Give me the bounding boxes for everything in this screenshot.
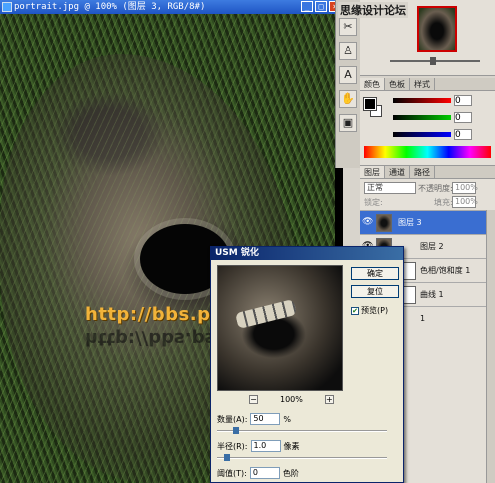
red-value[interactable]: 0 [454,95,472,106]
radius-unit: 像素 [283,441,300,451]
radius-input[interactable]: 1.0 [250,440,281,452]
blend-mode-select[interactable]: 正常 [364,182,416,194]
foreground-color-swatch[interactable] [363,97,377,111]
text-tool-icon[interactable]: A [339,66,357,84]
minimize-button[interactable]: _ [301,1,313,12]
radius-slider-handle[interactable] [223,454,230,461]
green-slider[interactable] [393,115,451,120]
radius-slider[interactable] [217,454,387,461]
preview-zoom-controls: − 100% + [249,395,334,404]
zoom-level: 100% [280,395,303,404]
stamp-tool-icon[interactable]: ♙ [339,42,357,60]
color-spectrum[interactable] [364,146,491,158]
amount-row: 数量(A): 50 % [217,413,291,425]
layer-thumbnail [376,214,392,232]
red-slider[interactable] [393,98,451,103]
layer-row[interactable]: 👁 图层 3 [360,210,495,234]
threshold-unit: 色阶 [282,468,299,478]
preview-label: 预览(P) [361,306,389,315]
slider-handle[interactable] [430,57,436,65]
ok-button[interactable]: 确定 [351,267,399,280]
photoshop-icon [2,2,12,12]
eye-icon[interactable]: 👁 [362,217,373,227]
layer-name: 图层 2 [420,242,444,251]
amount-slider[interactable] [217,427,387,434]
checkbox-check-icon[interactable]: ✔ [351,306,359,315]
zoom-out-button[interactable]: − [249,395,258,404]
layer-name: 1 [420,314,426,323]
blue-slider[interactable] [393,132,451,137]
radius-label: 半径(R): [217,441,248,451]
threshold-input[interactable]: 0 [249,467,280,479]
preview-teeth [234,298,298,330]
navigator-zoom-slider[interactable] [390,57,480,65]
layer-name: 色相/饱和度 1 [420,266,471,275]
tab-channels[interactable]: 通道 [385,166,410,178]
opacity-field[interactable]: 100% [452,182,478,194]
tab-color[interactable]: 颜色 [360,78,385,90]
color-panel: 颜色 色板 样式 0 0 0 [360,78,495,166]
hand-tool-icon[interactable]: ✋ [339,90,357,108]
fill-field[interactable]: 100% [452,196,478,208]
lock-label: 锁定: [364,198,383,207]
preview-checkbox[interactable]: ✔ 预览(P) [351,305,388,316]
document-title: portrait.jpg @ 100% (图层 3, RGB/8#) [14,2,206,12]
tab-paths[interactable]: 路径 [410,166,435,178]
threshold-label: 阈值(T): [217,468,247,478]
maximize-button[interactable]: □ [315,1,327,12]
document-titlebar[interactable]: portrait.jpg @ 100% (图层 3, RGB/8#) _ □ × [0,0,343,14]
fill-label: 填充: [434,198,453,207]
amount-input[interactable]: 50 [250,413,281,425]
tab-layers[interactable]: 图层 [360,166,385,178]
radius-row: 半径(R): 1.0 像素 [217,440,300,452]
layers-panel-tabs: 图层 通道 路径 [360,166,495,179]
site-logo: 思缘设计论坛 [338,2,408,18]
color-panel-tabs: 颜色 色板 样式 [360,78,495,91]
amount-label: 数量(A): [217,414,248,424]
zoom-in-button[interactable]: + [324,395,334,404]
layer-name: 曲线 1 [420,290,444,299]
blue-value[interactable]: 0 [454,129,472,140]
amount-unit: % [283,414,292,424]
opacity-label: 不透明度: [418,184,453,193]
layer-name: 图层 3 [398,218,422,227]
tab-styles[interactable]: 样式 [410,78,435,90]
threshold-row: 阈值(T): 0 色阶 [217,467,299,479]
navigator-thumbnail[interactable] [417,6,457,52]
green-value[interactable]: 0 [454,112,472,123]
amount-slider-handle[interactable] [233,427,240,434]
tab-swatches[interactable]: 色板 [385,78,410,90]
crop-tool-icon[interactable]: ✂ [339,18,357,36]
filter-preview[interactable] [217,265,343,391]
dialog-title[interactable]: USM 锐化 [211,247,403,260]
usm-sharpen-dialog: USM 锐化 − 100% + 确定 复位 ✔ 预览(P) 数量(A): 50 … [210,246,404,483]
layers-scrollbar[interactable] [486,210,495,483]
mask-mode-icon[interactable]: ▣ [339,114,357,132]
toolbox: ✂ ♙ A ✋ ▣ [335,0,360,168]
reset-button[interactable]: 复位 [351,285,399,298]
